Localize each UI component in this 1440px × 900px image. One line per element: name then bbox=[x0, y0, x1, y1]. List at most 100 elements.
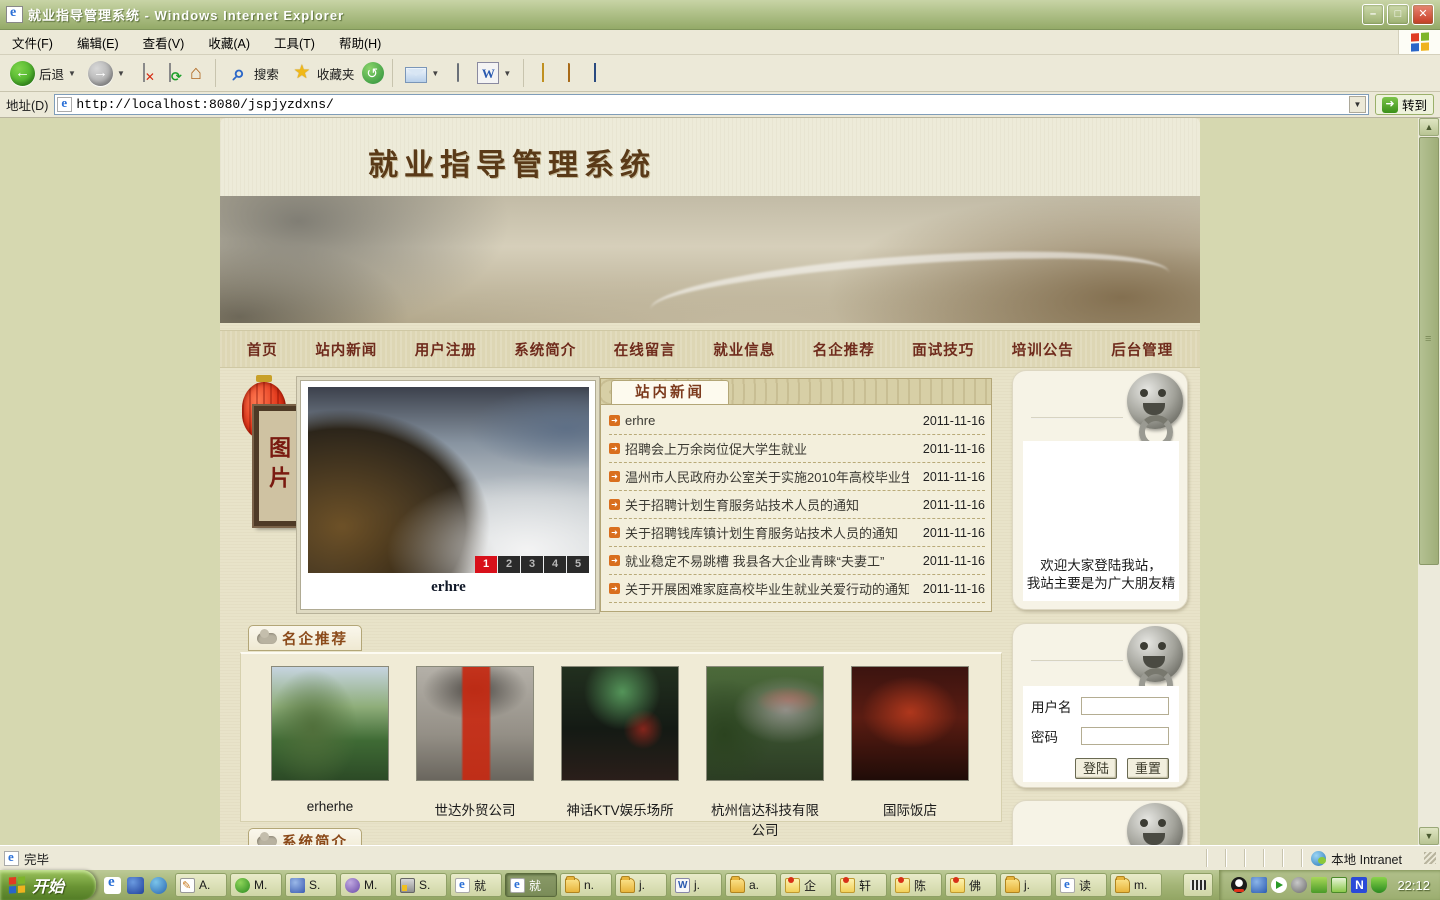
quicklaunch-ie-icon[interactable] bbox=[104, 877, 121, 894]
nav-item[interactable]: 名企推荐 bbox=[813, 339, 875, 360]
slideshow-page-number[interactable]: 5 bbox=[567, 556, 589, 573]
company-name[interactable]: 国际饭店 bbox=[851, 799, 969, 819]
slideshow-image[interactable]: 1 2 3 4 5 bbox=[308, 387, 589, 573]
slideshow-page-number[interactable]: 3 bbox=[521, 556, 543, 573]
taskbar-window-button[interactable]: 就 bbox=[450, 873, 502, 897]
go-button[interactable]: ➜ 转到 bbox=[1375, 94, 1434, 115]
taskbar-window-button[interactable]: 轩 bbox=[835, 873, 887, 897]
taskbar-window-button[interactable]: j. bbox=[1000, 873, 1052, 897]
quicklaunch-media-icon[interactable] bbox=[150, 877, 167, 894]
menu-item[interactable]: 查看(V) bbox=[131, 33, 197, 52]
taskbar-window-button[interactable]: S. bbox=[285, 873, 337, 897]
reset-button[interactable]: 重置 bbox=[1127, 758, 1169, 779]
notes-button[interactable] bbox=[532, 62, 554, 84]
nav-item[interactable]: 面试技巧 bbox=[912, 339, 974, 360]
scroll-up-button[interactable]: ▲ bbox=[1419, 118, 1439, 136]
company-card[interactable]: 杭州信达科技有限公司 bbox=[706, 666, 824, 839]
news-item[interactable]: ➜ 关于招聘计划生育服务站技术人员的通知 2011-11-16 bbox=[609, 491, 985, 519]
news-item[interactable]: ➜ 温州市人民政府办公室关于实施2010年高校毕业生 2011-11-16 bbox=[609, 463, 985, 491]
tray-volume-icon[interactable] bbox=[1291, 877, 1307, 893]
nav-item[interactable]: 用户注册 bbox=[415, 339, 477, 360]
taskbar-window-button[interactable]: j. bbox=[615, 873, 667, 897]
word-dropdown-icon[interactable]: ▼ bbox=[503, 69, 511, 78]
minimize-button[interactable]: – bbox=[1362, 4, 1384, 25]
taskbar-window-button[interactable]: 读 bbox=[1055, 873, 1107, 897]
nav-item[interactable]: 首页 bbox=[247, 339, 278, 360]
news-item-title[interactable]: 关于招聘计划生育服务站技术人员的通知 bbox=[625, 495, 909, 514]
language-bar-button[interactable] bbox=[1183, 873, 1213, 897]
quicklaunch-messenger-icon[interactable] bbox=[127, 877, 144, 894]
tray-document-icon[interactable] bbox=[1331, 877, 1347, 893]
company-name[interactable]: 世达外贸公司 bbox=[416, 799, 534, 819]
news-item-title[interactable]: 就业稳定不易跳槽 我县各大企业青睐“夫妻工” bbox=[625, 551, 909, 570]
favorites-button[interactable]: 收藏夹 bbox=[287, 60, 359, 86]
mail-dropdown-icon[interactable]: ▼ bbox=[431, 69, 439, 78]
close-button[interactable]: ✕ bbox=[1412, 4, 1434, 25]
company-photo[interactable] bbox=[706, 666, 824, 781]
company-card[interactable]: 国际饭店 bbox=[851, 666, 969, 819]
tray-n-icon[interactable]: N bbox=[1351, 877, 1367, 893]
nav-item[interactable]: 培训公告 bbox=[1012, 339, 1074, 360]
news-item[interactable]: ➜ 招聘会上万余岗位促大学生就业 2011-11-16 bbox=[609, 435, 985, 463]
address-dropdown-icon[interactable]: ▼ bbox=[1349, 96, 1366, 113]
back-dropdown-icon[interactable]: ▼ bbox=[68, 69, 76, 78]
taskbar-window-button[interactable]: 佛 bbox=[945, 873, 997, 897]
discuss-button[interactable] bbox=[584, 62, 606, 84]
taskbar-window-button[interactable]: 就 bbox=[505, 873, 557, 897]
taskbar-window-button[interactable]: M. bbox=[230, 873, 282, 897]
taskbar-window-button[interactable]: 陈 bbox=[890, 873, 942, 897]
history-button[interactable] bbox=[362, 62, 384, 84]
taskbar-window-button[interactable]: S. bbox=[395, 873, 447, 897]
taskbar-window-button[interactable]: 企 bbox=[780, 873, 832, 897]
news-item[interactable]: ➜ 关于开展困难家庭高校毕业生就业关爱行动的通知 2011-11-16 bbox=[609, 575, 985, 603]
news-item-title[interactable]: erhre bbox=[625, 413, 909, 428]
tray-qq-icon[interactable] bbox=[1231, 877, 1247, 893]
print-button[interactable] bbox=[447, 62, 469, 84]
back-button[interactable]: ← 后退 ▼ bbox=[6, 59, 80, 88]
taskbar-window-button[interactable]: M. bbox=[340, 873, 392, 897]
login-button[interactable]: 登陆 bbox=[1075, 758, 1117, 779]
company-name[interactable]: 神话KTV娱乐场所 bbox=[561, 799, 679, 819]
resize-grip[interactable] bbox=[1424, 852, 1436, 864]
company-photo[interactable] bbox=[271, 666, 389, 781]
news-item-title[interactable]: 招聘会上万余岗位促大学生就业 bbox=[625, 439, 909, 458]
news-item-title[interactable]: 温州市人民政府办公室关于实施2010年高校毕业生 bbox=[625, 467, 909, 486]
address-input[interactable]: http://localhost:8080/jspjyzdxns/ ▼ bbox=[54, 94, 1369, 115]
news-item-title[interactable]: 关于招聘钱库镇计划生育服务站技术人员的通知 bbox=[625, 523, 909, 542]
company-name[interactable]: 杭州信达科技有限公司 bbox=[706, 799, 824, 839]
search-button[interactable]: 搜索 bbox=[224, 60, 283, 86]
password-input[interactable] bbox=[1081, 727, 1169, 745]
menu-item[interactable]: 帮助(H) bbox=[327, 33, 393, 52]
menu-item[interactable]: 文件(F) bbox=[0, 33, 65, 52]
company-photo[interactable] bbox=[561, 666, 679, 781]
company-name[interactable]: erherhe bbox=[271, 799, 389, 814]
slideshow-caption[interactable]: erhre bbox=[308, 579, 589, 603]
stop-button[interactable] bbox=[133, 62, 155, 84]
taskbar-window-button[interactable]: A. bbox=[175, 873, 227, 897]
news-item-title[interactable]: 关于开展困难家庭高校毕业生就业关爱行动的通知 bbox=[625, 579, 909, 598]
menu-item[interactable]: 工具(T) bbox=[262, 33, 327, 52]
company-card[interactable]: erherhe bbox=[271, 666, 389, 814]
news-item[interactable]: ➜ 就业稳定不易跳槽 我县各大企业青睐“夫妻工” 2011-11-16 bbox=[609, 547, 985, 575]
company-card[interactable]: 世达外贸公司 bbox=[416, 666, 534, 819]
taskbar-window-button[interactable]: j. bbox=[670, 873, 722, 897]
menu-item[interactable]: 收藏(A) bbox=[196, 33, 262, 52]
company-card[interactable]: 神话KTV娱乐场所 bbox=[561, 666, 679, 819]
taskbar-window-button[interactable]: n. bbox=[560, 873, 612, 897]
taskbar-window-button[interactable]: m. bbox=[1110, 873, 1162, 897]
home-button[interactable] bbox=[185, 62, 207, 84]
research-button[interactable] bbox=[558, 62, 580, 84]
mail-button[interactable]: ▼ bbox=[401, 62, 443, 85]
nav-item[interactable]: 在线留言 bbox=[614, 339, 676, 360]
company-photo[interactable] bbox=[416, 666, 534, 781]
menu-item[interactable]: 编辑(E) bbox=[65, 33, 131, 52]
company-photo[interactable] bbox=[851, 666, 969, 781]
username-input[interactable] bbox=[1081, 697, 1169, 715]
slideshow-page-number[interactable]: 2 bbox=[498, 556, 520, 573]
taskbar-window-button[interactable]: a. bbox=[725, 873, 777, 897]
maximize-button[interactable]: □ bbox=[1387, 4, 1409, 25]
slideshow-page-number[interactable]: 1 bbox=[475, 556, 497, 573]
news-item[interactable]: ➜ erhre 2011-11-16 bbox=[609, 407, 985, 435]
edit-word-button[interactable]: W ▼ bbox=[473, 60, 515, 86]
tray-shield-icon[interactable] bbox=[1371, 877, 1387, 893]
